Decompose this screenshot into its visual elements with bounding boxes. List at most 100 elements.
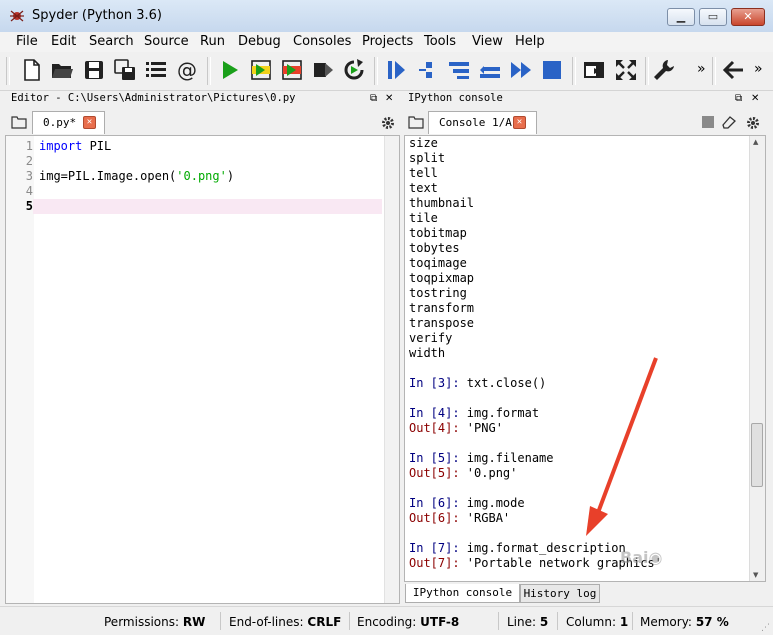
browse-tabs-icon[interactable]: [11, 115, 27, 129]
run-cell-icon[interactable]: [249, 58, 273, 82]
close-tab-icon[interactable]: ✕: [83, 116, 96, 129]
console-line: toqpixmap: [409, 271, 475, 285]
save-file-icon[interactable]: [82, 58, 106, 82]
resize-grip-icon[interactable]: ⋰: [761, 623, 770, 633]
tab-ipython-console[interactable]: IPython console: [405, 584, 520, 603]
menu-tools[interactable]: Tools: [424, 34, 456, 49]
close-icon: ✕: [743, 10, 753, 23]
status-value: RW: [182, 615, 206, 629]
at-sign-icon[interactable]: @: [175, 58, 199, 82]
close-window-button[interactable]: ✕: [731, 8, 765, 26]
console-line: tostring: [409, 286, 467, 300]
menu-bar: File Edit Search Source Run Debug Consol…: [0, 32, 773, 52]
menu-consoles[interactable]: Consoles: [293, 34, 351, 49]
undock-icon[interactable]: ⧉: [370, 90, 377, 107]
preferences-wrench-icon[interactable]: [652, 58, 676, 82]
input-prompt: In [4]:: [409, 406, 460, 420]
step-into-icon[interactable]: [447, 58, 471, 82]
code-text: import PIL: [39, 139, 111, 154]
status-label: Column:: [566, 615, 616, 629]
scroll-down-icon[interactable]: ▼: [753, 571, 758, 579]
menu-help[interactable]: Help: [515, 34, 545, 49]
editor-tab-0py[interactable]: 0.py* ✕: [32, 111, 105, 134]
continue-icon[interactable]: [509, 58, 533, 82]
menu-run[interactable]: Run: [200, 34, 225, 49]
scrollbar-thumb[interactable]: [751, 423, 763, 487]
output-prompt: Out[7]:: [409, 556, 460, 570]
menu-edit[interactable]: Edit: [51, 34, 76, 49]
input-prompt: In [3]:: [409, 376, 460, 390]
status-separator: [498, 612, 499, 630]
status-value: 5: [539, 615, 549, 629]
maximize-pane-icon[interactable]: [582, 58, 606, 82]
editor-line: 3 img=PIL.Image.open('0.png'): [6, 169, 399, 184]
gear-icon[interactable]: [746, 116, 760, 130]
open-file-icon[interactable]: [50, 58, 74, 82]
gear-icon[interactable]: [381, 116, 395, 130]
toolbar-overflow-button-2[interactable]: »: [754, 61, 763, 77]
status-value: UTF-8: [420, 615, 460, 629]
spyder-logo-icon: [10, 10, 24, 22]
debug-icon[interactable]: [384, 58, 408, 82]
undock-icon[interactable]: ⧉: [735, 90, 742, 107]
editor-line: 4: [6, 184, 399, 199]
toolbar-overflow-button[interactable]: »: [697, 61, 706, 77]
status-memory: Memory: 57 %: [640, 615, 729, 629]
menu-view[interactable]: View: [472, 34, 503, 49]
clear-console-eraser-icon[interactable]: [721, 115, 737, 129]
step-return-icon[interactable]: [478, 58, 502, 82]
menu-search[interactable]: Search: [89, 34, 134, 49]
line-number: 3: [25, 169, 33, 183]
back-arrow-icon[interactable]: [722, 58, 746, 82]
minimize-icon: ▁: [676, 10, 686, 23]
save-all-icon[interactable]: [113, 58, 137, 82]
browse-tabs-icon[interactable]: [408, 115, 424, 129]
console-tab-1a[interactable]: Console 1/A ✕: [428, 111, 537, 134]
rerun-icon[interactable]: [342, 58, 366, 82]
menu-file[interactable]: File: [16, 34, 38, 49]
console-line: tell: [409, 166, 438, 180]
close-tab-icon[interactable]: ✕: [513, 116, 526, 129]
list-icon[interactable]: [144, 58, 168, 82]
stop-kernel-icon[interactable]: [702, 116, 714, 128]
toolbar-separator: [207, 57, 211, 85]
code-text-segment: PIL: [82, 139, 112, 153]
close-pane-icon[interactable]: ✕: [751, 90, 759, 107]
code-editor[interactable]: 1 import PIL 2 3 img=PIL.Image.open('0.p…: [5, 135, 400, 604]
console-line: width: [409, 346, 446, 360]
console-line: verify: [409, 331, 453, 345]
run-icon[interactable]: [218, 58, 242, 82]
fullscreen-icon[interactable]: [614, 58, 638, 82]
console-tab-bar: Console 1/A ✕: [404, 110, 766, 134]
console-output-line: Out[5]: '0.png': [409, 466, 517, 481]
line-number: 1: [25, 139, 33, 153]
input-prompt: In [7]:: [409, 541, 460, 555]
maximize-button[interactable]: ▭: [699, 8, 727, 26]
status-separator: [632, 612, 633, 630]
svg-text:@: @: [177, 58, 197, 82]
line-number: 2: [25, 154, 33, 168]
console-scrollbar[interactable]: ▲ ▼: [749, 136, 765, 581]
editor-scrollbar[interactable]: [384, 136, 399, 603]
close-pane-icon[interactable]: ✕: [385, 90, 393, 107]
run-selection-icon[interactable]: [311, 58, 335, 82]
code-text: img=PIL.Image.open('0.png'): [39, 169, 234, 184]
step-icon[interactable]: [416, 58, 440, 82]
scroll-up-icon[interactable]: ▲: [753, 138, 758, 146]
console-line: thumbnail: [409, 196, 475, 210]
status-separator: [349, 612, 350, 630]
console-line: size: [409, 136, 438, 150]
menu-source[interactable]: Source: [144, 34, 189, 49]
toolbar-separator: [645, 57, 649, 85]
new-file-icon[interactable]: [20, 58, 44, 82]
stop-debug-icon[interactable]: [540, 58, 564, 82]
run-cell-advance-icon[interactable]: [280, 58, 304, 82]
tab-history-log[interactable]: History log: [520, 584, 600, 603]
menu-projects[interactable]: Projects: [362, 34, 413, 49]
minimize-button[interactable]: ▁: [667, 8, 695, 26]
console-line: tobitmap: [409, 226, 467, 240]
status-label: Permissions:: [104, 615, 180, 629]
status-label: End-of-lines:: [229, 615, 304, 629]
input-code: img.format: [459, 406, 540, 420]
menu-debug[interactable]: Debug: [238, 34, 281, 49]
